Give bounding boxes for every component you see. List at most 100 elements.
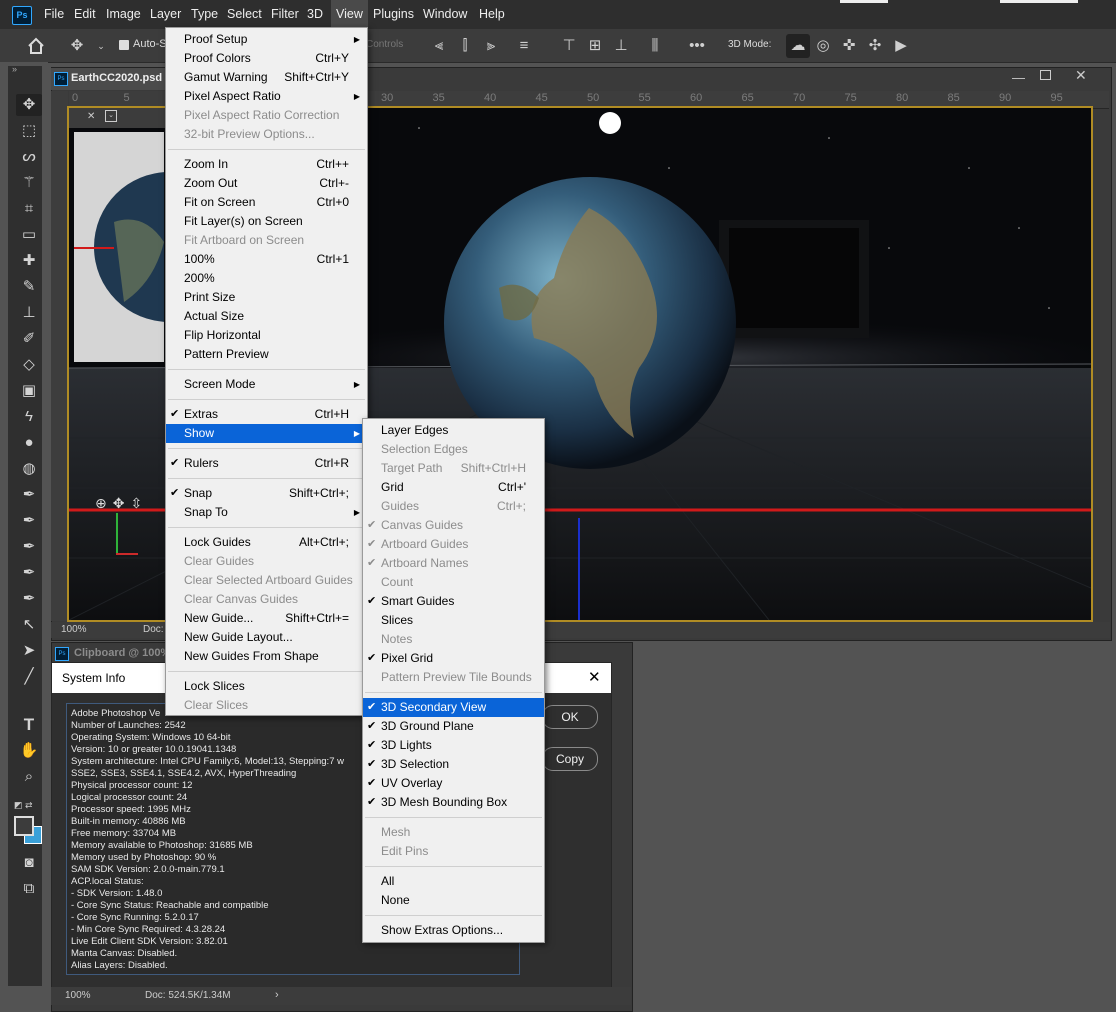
ruler-tool-icon[interactable]: ▭ (16, 224, 42, 246)
line-tool-icon[interactable]: ╱ (16, 666, 42, 688)
3d-camera-icon[interactable]: ▶ (892, 37, 910, 55)
menu-item-show-extras-options[interactable]: Show Extras Options... (363, 921, 544, 940)
3d-pan-icon[interactable]: ✜ (840, 37, 858, 55)
menu-item-pattern-preview[interactable]: Pattern Preview (166, 345, 367, 364)
eraser-tool-icon[interactable]: ◇ (16, 354, 42, 376)
menu-item-pixel-aspect-ratio[interactable]: Pixel Aspect Ratio ▶ (166, 87, 367, 106)
menu-item-pixel-grid[interactable]: ✔ Pixel Grid (363, 649, 544, 668)
move-tool-icon[interactable]: ✥ (16, 94, 42, 116)
menu-item-selection-edges[interactable]: Selection Edges (363, 440, 544, 459)
hand-tool-icon[interactable]: ✋ (16, 740, 42, 762)
menu-item-32-bit-preview-options[interactable]: 32-bit Preview Options... (166, 125, 367, 144)
menu-item-slices[interactable]: Slices (363, 611, 544, 630)
menu-window[interactable]: Window (418, 0, 472, 29)
menu-item-edit-pins[interactable]: Edit Pins (363, 842, 544, 861)
menu-file[interactable]: File (39, 0, 69, 29)
menu-item-pattern-preview-tile-bounds[interactable]: Pattern Preview Tile Bounds (363, 668, 544, 687)
zoom-tool-icon[interactable]: ⌕ (16, 766, 42, 788)
home-icon[interactable] (27, 37, 45, 55)
menu-item-200[interactable]: 200% (166, 269, 367, 288)
menu-item-snap[interactable]: ✔ Snap Shift+Ctrl+; (166, 484, 367, 503)
menu-item-fit-artboard-on-screen[interactable]: Fit Artboard on Screen (166, 231, 367, 250)
3d-roll-icon[interactable]: ◎ (814, 37, 832, 55)
menu-item-fit-on-screen[interactable]: Fit on Screen Ctrl+0 (166, 193, 367, 212)
menu-item-clear-slices[interactable]: Clear Slices (166, 696, 367, 715)
menu-item-extras[interactable]: ✔ Extras Ctrl+H (166, 405, 367, 424)
menu-item-100[interactable]: 100% Ctrl+1 (166, 250, 367, 269)
distribute-vertical-icon[interactable]: ⫼ (646, 37, 664, 55)
dodge-tool-icon[interactable]: ● (16, 432, 42, 454)
menu-item-zoom-in[interactable]: Zoom In Ctrl++ (166, 155, 367, 174)
menu-item-3d-secondary-view[interactable]: ✔ 3D Secondary View (363, 698, 544, 717)
sponge-tool-icon[interactable]: ◍ (16, 458, 42, 480)
menu-item-target-path[interactable]: Target Path Shift+Ctrl+H (363, 459, 544, 478)
copy-button[interactable]: Copy (542, 747, 598, 771)
menu-item-rulers[interactable]: ✔ Rulers Ctrl+R (166, 454, 367, 473)
chevron-right-icon[interactable]: › (275, 989, 279, 1001)
menu-item-lock-slices[interactable]: Lock Slices (166, 677, 367, 696)
menu-item-new-guide-layout[interactable]: New Guide Layout... (166, 628, 367, 647)
doc-size[interactable]: Doc: 524.5K/1.34M (145, 990, 231, 1001)
menu-item-pixel-aspect-ratio-correction[interactable]: Pixel Aspect Ratio Correction (166, 106, 367, 125)
menu-item-uv-overlay[interactable]: ✔ UV Overlay (363, 774, 544, 793)
menu-item-3d-ground-plane[interactable]: ✔ 3D Ground Plane (363, 717, 544, 736)
menu-layer[interactable]: Layer (145, 0, 186, 29)
zoom-level[interactable]: 100% (61, 624, 87, 635)
healing-brush-icon[interactable]: ✚ (16, 250, 42, 272)
menu-item-clear-guides[interactable]: Clear Guides (166, 552, 367, 571)
align-bottom-icon[interactable]: ⊥ (612, 37, 630, 55)
freeform-pen-icon[interactable]: ✒ (16, 510, 42, 532)
menu-item-guides[interactable]: Guides Ctrl+; (363, 497, 544, 516)
menu-item-artboard-names[interactable]: ✔ Artboard Names (363, 554, 544, 573)
magic-wand-icon[interactable]: ⚚ (16, 172, 42, 194)
collapse-panel-icon[interactable]: » (12, 64, 17, 74)
menu-view[interactable]: View (331, 0, 368, 29)
chevron-down-icon[interactable]: ⌄ (92, 37, 110, 55)
menu-item-none[interactable]: None (363, 891, 544, 910)
menu-image[interactable]: Image (101, 0, 146, 29)
close-icon[interactable]: ✕ (1075, 67, 1087, 84)
menu-item-zoom-out[interactable]: Zoom Out Ctrl+- (166, 174, 367, 193)
pen-tool-icon[interactable]: ✒ (16, 484, 42, 506)
screen-mode-icon[interactable]: ⧉ (16, 878, 42, 900)
menu-item-clear-canvas-guides[interactable]: Clear Canvas Guides (166, 590, 367, 609)
menu-item-clear-selected-artboard-guides[interactable]: Clear Selected Artboard Guides (166, 571, 367, 590)
convert-point-icon[interactable]: ✒ (16, 588, 42, 610)
menu-item-mesh[interactable]: Mesh (363, 823, 544, 842)
menu-item-gamut-warning[interactable]: Gamut Warning Shift+Ctrl+Y (166, 68, 367, 87)
menu-item-artboard-guides[interactable]: ✔ Artboard Guides (363, 535, 544, 554)
path-selection-icon[interactable]: ↖ (16, 614, 42, 636)
document-tab[interactable]: Ps EarthCC2020.psd (51, 68, 171, 90)
blur-tool-icon[interactable]: ϟ (16, 406, 42, 428)
vertical-ruler[interactable] (51, 91, 68, 621)
history-brush-icon[interactable]: ✐ (16, 328, 42, 350)
menu-plugins[interactable]: Plugins (368, 0, 419, 29)
zoom-level[interactable]: 100% (65, 990, 91, 1001)
menu-item-grid[interactable]: Grid Ctrl+' (363, 478, 544, 497)
align-right-icon[interactable]: ⫸ (482, 37, 500, 55)
crop-tool-icon[interactable]: ⌗ (16, 198, 42, 220)
align-left-icon[interactable]: ⫷ (430, 37, 448, 55)
quick-mask-icon[interactable]: ◙ (16, 852, 42, 874)
direct-selection-icon[interactable]: ➤ (16, 640, 42, 662)
menu-item-smart-guides[interactable]: ✔ Smart Guides (363, 592, 544, 611)
menu-item-3d-mesh-bounding-box[interactable]: ✔ 3D Mesh Bounding Box (363, 793, 544, 812)
view-menu-icon[interactable]: ⌄ (105, 110, 117, 122)
brush-tool-icon[interactable]: ✎ (16, 276, 42, 298)
menu-type[interactable]: Type (186, 0, 223, 29)
doc-size[interactable]: Doc: (143, 624, 164, 635)
more-options-icon[interactable]: ••• (688, 37, 706, 55)
auto-select-checkbox[interactable] (119, 40, 129, 50)
3d-orbit-icon[interactable]: ☁ (786, 34, 810, 58)
menu-select[interactable]: Select (222, 0, 267, 29)
menu-item-new-guide[interactable]: New Guide... Shift+Ctrl+= (166, 609, 367, 628)
menu-item-fit-layer-s-on-screen[interactable]: Fit Layer(s) on Screen (166, 212, 367, 231)
menu-item-print-size[interactable]: Print Size (166, 288, 367, 307)
menu-item-new-guides-from-shape[interactable]: New Guides From Shape (166, 647, 367, 666)
menu-item-count[interactable]: Count (363, 573, 544, 592)
ok-button[interactable]: OK (542, 705, 598, 729)
3d-axis-widget[interactable]: ⊕✥⇳ (95, 495, 148, 512)
menu-item-3d-selection[interactable]: ✔ 3D Selection (363, 755, 544, 774)
maximize-icon[interactable] (1040, 70, 1051, 80)
clone-stamp-icon[interactable]: ⊥ (16, 302, 42, 324)
